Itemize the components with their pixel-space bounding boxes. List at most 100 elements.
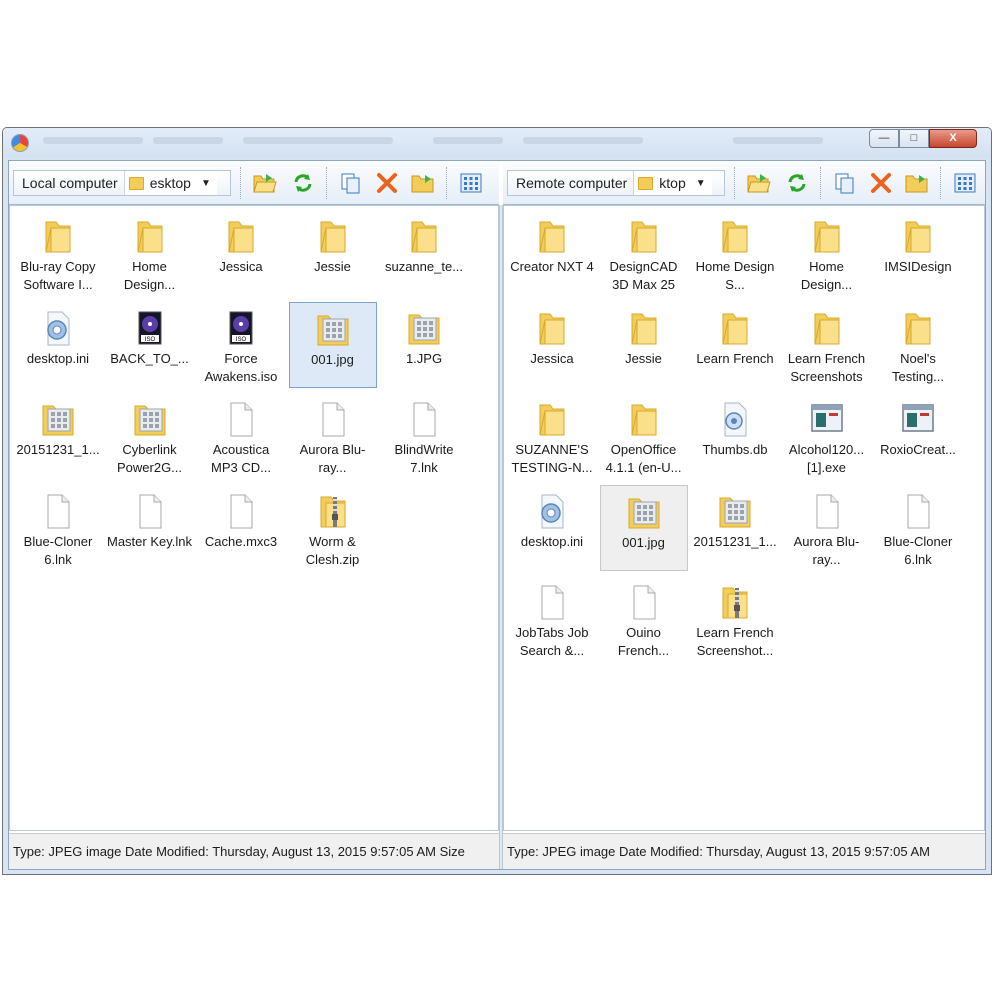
file-item[interactable]: Acoustica MP3 CD... [197,393,285,479]
toolbar-separator [326,167,327,199]
file-icon [14,489,102,533]
title-bar[interactable]: — □ X [3,128,991,158]
toolbar-separator [240,167,241,199]
new-folder-button[interactable] [409,169,437,197]
svg-text:ISO: ISO [144,337,155,343]
folder-icon [508,306,596,350]
folder-icon [600,397,688,441]
local-status-bar: Type: JPEG image Date Modified: Thursday… [9,833,499,869]
delete-button[interactable] [867,169,895,197]
chevron-down-icon[interactable]: ▼ [696,178,706,189]
copy-button[interactable] [831,169,859,197]
chevron-down-icon[interactable]: ▼ [201,178,211,189]
file-item-label: Jessie [314,259,351,274]
title-placeholder [733,137,823,144]
file-item[interactable]: suzanne_te... [380,210,468,296]
local-location-box[interactable]: Local computer esktop ▼ [13,170,231,196]
file-item-label: SUZANNE'S TESTING-N... [511,442,593,475]
file-item[interactable]: Noel's Testing... [874,302,962,388]
file-item[interactable]: Jessica [508,302,596,388]
file-item[interactable]: Aurora Blu-ray... [289,393,377,479]
file-item[interactable]: Jessie [600,302,688,388]
local-toolbar: Local computer esktop ▼ [9,161,499,205]
zip-folder-icon [691,580,779,624]
folder-icon [783,214,871,258]
file-item[interactable]: Blu-ray Copy Software I... [14,210,102,296]
folder-icon [638,176,654,190]
local-path-value: esktop [149,175,191,191]
file-item[interactable]: ISO BACK_TO_... [106,302,194,388]
file-item[interactable]: Worm & Clesh.zip [289,485,377,571]
grid-view-icon [954,173,976,193]
file-item[interactable]: Creator NXT 4 [508,210,596,296]
file-item[interactable]: Home Design S... [691,210,779,296]
file-item[interactable]: Jessica [197,210,285,296]
file-item[interactable]: 001.jpg [599,484,688,571]
view-mode-button[interactable] [457,169,485,197]
copy-icon [341,173,360,194]
file-item[interactable]: Learn French [691,302,779,388]
remote-location-box[interactable]: Remote computer ktop ▼ [507,170,725,196]
title-placeholder [243,137,393,144]
open-folder-icon [747,174,771,193]
title-placeholder [433,137,503,144]
remote-file-panel[interactable]: Creator NXT 4 DesignCAD 3D Max 25 Home D… [503,205,985,831]
delete-icon [377,173,397,193]
file-item[interactable]: BlindWrite 7.lnk [380,393,468,479]
file-item[interactable]: Blue-Cloner 6.lnk [14,485,102,571]
file-item[interactable]: 20151231_1... [691,485,779,571]
file-item-label: Blu-ray Copy Software I... [20,259,96,292]
file-item-label: 20151231_1... [16,442,100,457]
folder-icon [600,214,688,258]
file-icon [106,489,194,533]
delete-button[interactable] [373,169,401,197]
refresh-button[interactable] [783,169,811,197]
image-file-icon [691,489,779,533]
open-folder-icon [253,174,277,193]
file-item[interactable]: Blue-Cloner 6.lnk [874,485,962,571]
close-button[interactable]: X [929,129,977,148]
folder-icon [197,214,285,258]
refresh-button[interactable] [289,169,317,197]
file-item[interactable]: Learn French Screenshot... [691,576,779,662]
view-mode-button[interactable] [951,169,979,197]
file-item[interactable]: Home Design... [106,210,194,296]
file-item[interactable]: 1.JPG [380,302,468,388]
file-item[interactable]: Jessie [289,210,377,296]
file-item[interactable]: Alcohol120... [1].exe [783,393,871,479]
file-icon [289,397,377,441]
minimize-button[interactable]: — [869,129,899,148]
file-item[interactable]: 001.jpg [288,301,377,388]
local-path-dropdown[interactable]: esktop ▼ [123,171,217,195]
file-item[interactable]: Thumbs.db [691,393,779,479]
maximize-button[interactable]: □ [899,129,929,148]
file-item[interactable]: SUZANNE'S TESTING-N... [508,393,596,479]
new-folder-icon [411,175,434,193]
file-item[interactable]: ISO Force Awakens.iso [197,302,285,388]
file-item[interactable]: desktop.ini [508,485,596,571]
folder-icon [874,306,962,350]
copy-button[interactable] [337,169,365,197]
file-item[interactable]: Master Key.lnk [106,485,194,571]
file-item[interactable]: Learn French Screenshots [783,302,871,388]
open-folder-button[interactable] [745,169,773,197]
file-item[interactable]: desktop.ini [14,302,102,388]
settings-file-icon [14,306,102,350]
file-item-label: Master Key.lnk [106,533,192,549]
file-item[interactable]: Cyberlink Power2G... [106,393,194,479]
file-item[interactable]: IMSIDesign [874,210,962,296]
file-item[interactable]: Ouino French... [600,576,688,662]
file-item[interactable]: OpenOffice 4.1.1 (en-U... [600,393,688,479]
new-folder-button[interactable] [903,169,931,197]
file-item[interactable]: Cache.mxc3 [197,485,285,571]
file-item[interactable]: 20151231_1... [14,393,102,479]
image-file-icon [380,306,468,350]
file-item[interactable]: RoxioCreat... [874,393,962,479]
file-item[interactable]: JobTabs Job Search &... [508,576,596,662]
local-file-panel[interactable]: Blu-ray Copy Software I... Home Design..… [9,205,499,831]
file-item[interactable]: Home Design... [783,210,871,296]
remote-path-dropdown[interactable]: ktop ▼ [633,171,712,195]
file-item[interactable]: Aurora Blu-ray... [783,485,871,571]
file-item[interactable]: DesignCAD 3D Max 25 [600,210,688,296]
open-folder-button[interactable] [251,169,279,197]
